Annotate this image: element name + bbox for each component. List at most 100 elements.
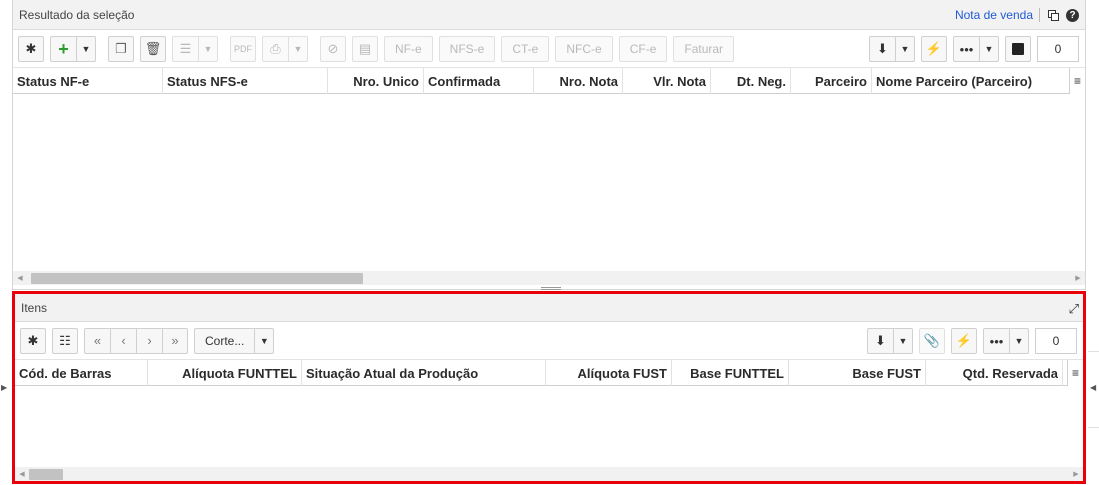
column-header[interactable]: Cód. de Barras xyxy=(15,360,148,386)
column-header[interactable]: Status NFS-e xyxy=(163,68,328,94)
bag-button[interactable] xyxy=(1005,36,1031,62)
more-icon: ••• xyxy=(989,333,1004,349)
add-button[interactable]: + xyxy=(50,35,76,62)
settings-button[interactable]: ✱ xyxy=(18,35,44,62)
column-header[interactable]: Alíquota FUST xyxy=(546,360,672,386)
copy-icon: ❐ xyxy=(115,40,127,56)
column-header[interactable]: Situação Atual da Produção xyxy=(302,360,546,386)
column-header[interactable]: Parceiro xyxy=(791,68,872,94)
collapse-right-icon[interactable]: ◀ xyxy=(1090,383,1096,392)
clip-icon: 📎 xyxy=(923,333,941,348)
scroll-thumb[interactable] xyxy=(29,468,63,480)
cancel-doc-button[interactable]: ⊘ xyxy=(320,35,346,62)
nfe-button[interactable]: NF-e xyxy=(384,35,433,62)
panel-title: Resultado da seleção xyxy=(19,7,135,22)
column-menu-button[interactable]: ≡ xyxy=(1069,68,1085,94)
chevron-down-icon: ▼ xyxy=(898,336,908,346)
chevron-down-icon: ▼ xyxy=(900,44,910,54)
pdf-button[interactable]: PDF xyxy=(230,35,256,62)
actions-button[interactable]: ⚡ xyxy=(951,328,977,354)
more-button[interactable]: ••• xyxy=(953,36,979,62)
divider xyxy=(1088,427,1099,428)
horizontal-scrollbar[interactable]: ◀ ▶ xyxy=(15,467,1083,481)
list-button[interactable]: ☷ xyxy=(52,327,78,354)
more-dropdown-button[interactable]: ▼ xyxy=(979,36,999,62)
column-header[interactable]: Nome Parceiro (Parceiro) xyxy=(872,68,1072,94)
record-count-field[interactable]: 0 xyxy=(1035,328,1077,354)
panel-splitter[interactable] xyxy=(541,287,561,290)
first-page-button[interactable]: « xyxy=(84,327,110,354)
cfe-button[interactable]: CF-e xyxy=(618,35,668,62)
expand-icon[interactable]: ⤢ xyxy=(1069,301,1079,317)
help-icon[interactable]: ? xyxy=(1066,8,1079,22)
copy-button[interactable]: ❐ xyxy=(108,35,134,62)
chevron-down-icon: ▼ xyxy=(203,43,213,54)
selection-result-panel: Resultado da seleção Nota de venda ? ✱ +… xyxy=(12,0,1086,290)
separator xyxy=(1039,8,1040,22)
chevron-down-icon: ▼ xyxy=(259,335,269,346)
column-header[interactable]: Nro. Unico xyxy=(328,68,424,94)
last-page-button[interactable]: » xyxy=(162,327,188,354)
print-dropdown-button[interactable]: ▼ xyxy=(288,35,308,62)
print-button[interactable]: ⎙ xyxy=(262,35,288,62)
sales-note-link[interactable]: Nota de venda xyxy=(955,8,1033,22)
nfse-button[interactable]: NFS-e xyxy=(438,35,496,62)
chevron-down-icon: ▼ xyxy=(1014,336,1024,346)
export-dropdown-button[interactable]: ▼ xyxy=(893,328,913,354)
scroll-right-icon[interactable]: ▶ xyxy=(1071,271,1085,285)
more-button[interactable]: ••• xyxy=(983,328,1009,354)
record-count-field[interactable]: 0 xyxy=(1037,36,1079,62)
export-icon: ⬇ xyxy=(875,333,886,348)
print-icon: ⎙ xyxy=(270,40,281,56)
trash-icon: 🗑 xyxy=(144,40,162,56)
scroll-thumb[interactable] xyxy=(31,272,363,284)
items-header: Itens ⤢ xyxy=(15,294,1083,322)
attach-button[interactable]: 📎 xyxy=(919,328,945,354)
chevron-down-icon: ▼ xyxy=(984,44,994,54)
export-dropdown-button[interactable]: ▼ xyxy=(895,36,915,62)
menu-icon: ≡ xyxy=(1071,366,1079,380)
scroll-left-icon[interactable]: ◀ xyxy=(15,467,29,481)
more-icon: ••• xyxy=(959,41,974,57)
column-header[interactable]: Base FUNTTEL xyxy=(672,360,789,386)
horizontal-scrollbar[interactable]: ◀ ▶ xyxy=(13,271,1085,285)
column-header[interactable]: Base FUST xyxy=(789,360,926,386)
chevron-down-icon: ▼ xyxy=(293,43,303,54)
cut-button[interactable]: Corte... xyxy=(194,327,255,354)
export-button[interactable]: ⬇ xyxy=(869,36,895,62)
selection-grid-header: Status NF-e Status NFS-e Nro. Unico Conf… xyxy=(13,68,1085,94)
delete-button[interactable]: 🗑 xyxy=(140,35,166,62)
prev-page-button[interactable]: ‹ xyxy=(110,327,136,354)
popout-icon[interactable] xyxy=(1046,8,1060,22)
column-header[interactable]: Nro. Nota xyxy=(534,68,623,94)
export-icon: ⬇ xyxy=(877,41,888,56)
bolt-icon: ⚡ xyxy=(925,41,943,56)
nfce-button[interactable]: NFC-e xyxy=(555,35,613,62)
column-header[interactable]: Dt. Neg. xyxy=(711,68,791,94)
cut-dropdown-button[interactable]: ▼ xyxy=(254,327,275,354)
add-dropdown-button[interactable]: ▼ xyxy=(76,35,96,62)
column-header[interactable]: Alíquota FUNTTEL xyxy=(148,360,302,386)
column-header[interactable]: Vlr. Nota xyxy=(623,68,711,94)
cte-button[interactable]: CT-e xyxy=(501,35,550,62)
more-dropdown-button[interactable]: ▼ xyxy=(1009,328,1029,354)
scroll-left-icon[interactable]: ◀ xyxy=(13,271,27,285)
chevron-down-icon: ▼ xyxy=(81,43,91,54)
next-page-button[interactable]: › xyxy=(136,327,162,354)
settings-button[interactable]: ✱ xyxy=(20,327,46,354)
report-button[interactable]: ▤ xyxy=(352,35,378,62)
invoice-button[interactable]: Faturar xyxy=(673,35,735,62)
export-button[interactable]: ⬇ xyxy=(867,328,893,354)
collapse-left-icon[interactable]: ▶ xyxy=(1,383,7,392)
actions-button[interactable]: ⚡ xyxy=(921,36,947,62)
bolt-icon: ⚡ xyxy=(955,333,973,348)
items-toolbar: ✱ ☷ « ‹ › » Corte... ▼ ⬇ ▼ 📎 ⚡ ••• ▼ 0 xyxy=(15,322,1083,360)
list-button[interactable]: ☰ xyxy=(172,35,198,62)
list-icon: ☷ xyxy=(59,332,71,348)
column-header[interactable]: Confirmada xyxy=(424,68,534,94)
list-dropdown-button[interactable]: ▼ xyxy=(198,35,218,62)
column-menu-button[interactable]: ≡ xyxy=(1067,360,1083,386)
column-header[interactable]: Qtd. Reservada xyxy=(926,360,1063,386)
scroll-right-icon[interactable]: ▶ xyxy=(1069,467,1083,481)
column-header[interactable]: Status NF-e xyxy=(13,68,163,94)
